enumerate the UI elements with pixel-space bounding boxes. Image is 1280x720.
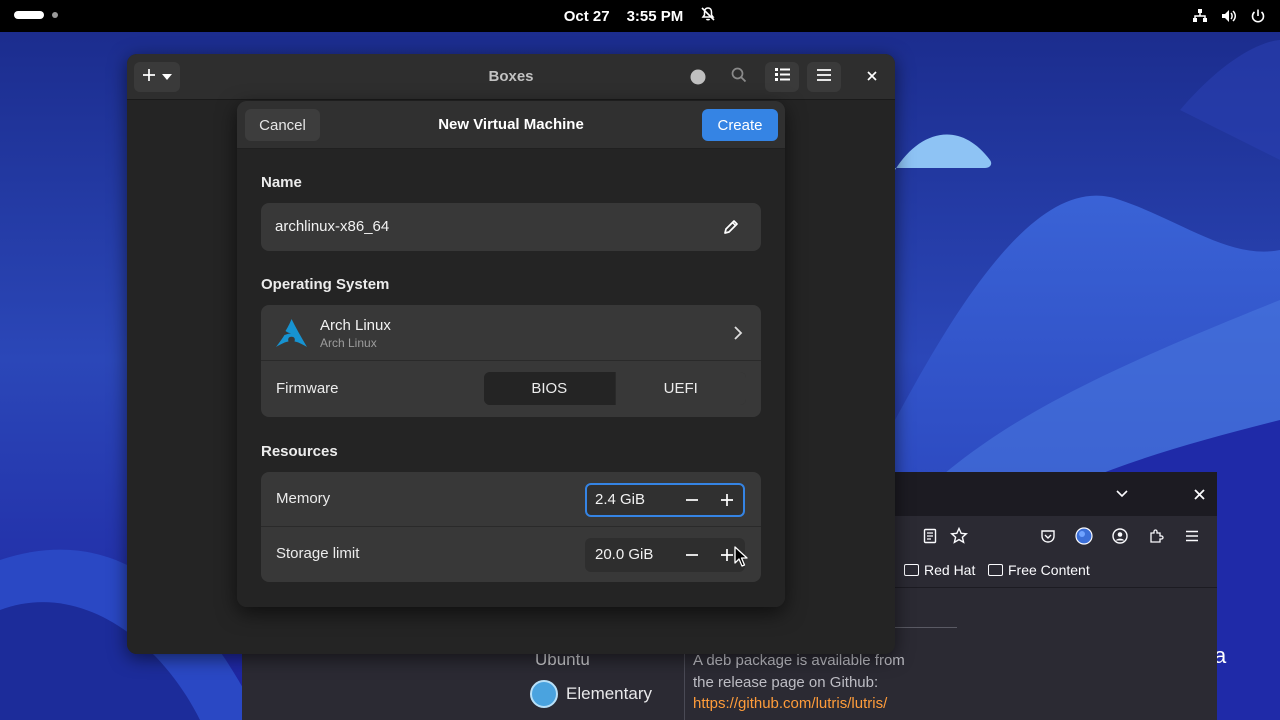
- os-subtitle: Arch Linux: [320, 336, 377, 350]
- vm-name-value[interactable]: archlinux-x86_64: [275, 218, 389, 235]
- activities-indicator[interactable]: [14, 11, 58, 19]
- arch-linux-logo-icon: [276, 319, 307, 347]
- recording-indicator[interactable]: [682, 62, 714, 92]
- memory-spinbutton[interactable]: 2.4 GiB: [585, 483, 745, 517]
- storage-spinbutton[interactable]: 20.0 GiB: [585, 538, 745, 572]
- network-icon: [1192, 8, 1208, 24]
- reader-view-icon[interactable]: [919, 525, 941, 547]
- memory-value[interactable]: 2.4 GiB: [595, 491, 645, 508]
- os-card: Arch Linux Arch Linux Firmware BIOS UEFI: [261, 305, 761, 417]
- notifications-off-icon: [700, 6, 716, 26]
- memory-increase-button[interactable]: [714, 487, 740, 513]
- edit-pencil-icon[interactable]: [721, 217, 741, 237]
- clock-date[interactable]: Oct 27: [564, 8, 610, 25]
- bookmark-free-content[interactable]: Free Content: [988, 562, 1090, 578]
- os-selector-row[interactable]: Arch Linux Arch Linux: [261, 305, 761, 361]
- memory-label: Memory: [276, 490, 331, 507]
- os-section-label: Operating System: [261, 276, 390, 293]
- dialog-header: Cancel New Virtual Machine Create: [237, 101, 785, 149]
- view-toggle-button[interactable]: [765, 62, 799, 92]
- system-tray[interactable]: [1192, 0, 1266, 32]
- distro-elementary: Elementary: [530, 680, 652, 708]
- distro-elementary-label: Elementary: [566, 684, 652, 703]
- clock[interactable]: Oct 27 3:55 PM: [0, 0, 1280, 32]
- plus-icon: [721, 549, 733, 561]
- bookmark-label: Red Hat: [924, 562, 976, 578]
- os-name: Arch Linux: [320, 317, 391, 334]
- power-icon: [1250, 8, 1266, 24]
- search-button[interactable]: [723, 62, 755, 92]
- minus-icon: [686, 499, 698, 501]
- bookmark-star-icon[interactable]: [948, 525, 970, 547]
- extensions-icon[interactable]: [1145, 525, 1167, 547]
- page-text-line-2: the release page on Github:: [693, 674, 879, 691]
- storage-decrease-button[interactable]: [679, 542, 705, 568]
- storage-row: Storage limit 20.0 GiB: [261, 527, 761, 582]
- firmware-uefi-toggle[interactable]: UEFI: [614, 372, 746, 405]
- pocket-icon[interactable]: [1037, 525, 1059, 547]
- name-section-label: Name: [261, 174, 302, 191]
- storage-label: Storage limit: [276, 545, 360, 562]
- close-icon: [867, 68, 877, 86]
- resources-card: Memory 2.4 GiB Storage limit 20.0 GiB: [261, 472, 761, 582]
- divider: [887, 627, 957, 628]
- boxes-headerbar: Boxes: [127, 54, 895, 100]
- dialog-body: Name archlinux-x86_64 Operating System A…: [237, 149, 785, 607]
- minus-icon: [686, 554, 698, 556]
- chevron-down-icon[interactable]: [1111, 483, 1133, 505]
- memory-decrease-button[interactable]: [679, 487, 705, 513]
- firmware-row: Firmware BIOS UEFI: [261, 361, 761, 417]
- github-link[interactable]: https://github.com/lutris/lutris/: [693, 693, 887, 715]
- menu-icon[interactable]: [1181, 525, 1203, 547]
- column-divider: [684, 647, 685, 720]
- volume-icon: [1220, 8, 1238, 24]
- view-list-icon: [774, 68, 790, 86]
- main-menu-button[interactable]: [807, 62, 841, 92]
- create-button[interactable]: Create: [702, 109, 778, 141]
- firmware-bios-toggle[interactable]: BIOS: [484, 372, 615, 405]
- close-icon[interactable]: [1188, 483, 1210, 505]
- memory-row: Memory 2.4 GiB: [261, 472, 761, 527]
- resources-section-label: Resources: [261, 443, 338, 460]
- workspace-indicator: [52, 12, 58, 18]
- elementary-logo-icon: [530, 680, 558, 708]
- plus-icon: [721, 494, 733, 506]
- chevron-right-icon: [734, 326, 743, 340]
- active-workspace-indicator: [14, 11, 44, 19]
- search-icon: [731, 67, 747, 88]
- mouse-pointer-icon: [734, 546, 748, 567]
- top-bar: Oct 27 3:55 PM: [0, 0, 1280, 32]
- folder-icon: [988, 564, 1003, 576]
- extension-globe-icon[interactable]: [1073, 525, 1095, 547]
- close-window-button[interactable]: [856, 62, 888, 92]
- bookmark-red-hat[interactable]: Red Hat: [904, 562, 975, 578]
- vm-name-field[interactable]: archlinux-x86_64: [261, 203, 761, 251]
- main-menu-icon: [817, 68, 831, 86]
- clock-time[interactable]: 3:55 PM: [627, 8, 684, 25]
- new-vm-dialog: Cancel New Virtual Machine Create Name a…: [237, 101, 785, 607]
- firmware-label: Firmware: [276, 380, 339, 397]
- account-icon[interactable]: [1109, 525, 1131, 547]
- firmware-toggle-group: BIOS UEFI: [484, 372, 746, 405]
- storage-value[interactable]: 20.0 GiB: [595, 546, 653, 563]
- bookmark-label: Free Content: [1008, 562, 1090, 578]
- folder-icon: [904, 564, 919, 576]
